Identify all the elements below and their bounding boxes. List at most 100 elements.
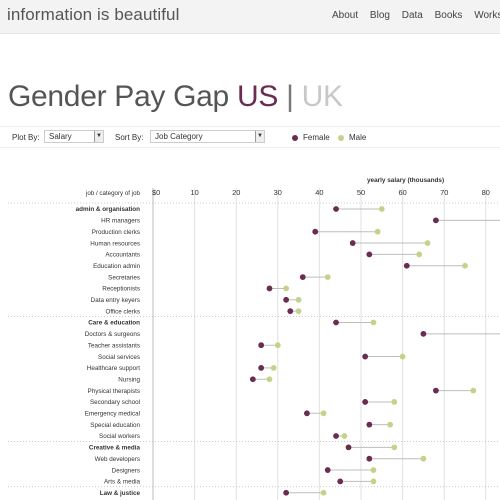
x-tick-label: $0 [152,188,160,197]
male-salary-point [416,251,423,258]
female-salary-point [362,353,369,360]
female-salary-point [287,308,294,315]
legend-female-label: Female [303,133,330,142]
title-us-tab[interactable]: US [237,80,278,113]
category-label: Care & education [88,320,140,327]
male-salary-point [420,455,427,462]
job-label: Secretaries [108,274,140,281]
job-label: Data entry keyers [91,297,140,304]
female-salary-point [432,387,439,394]
female-salary-point [304,410,310,417]
male-salary-point [462,262,468,269]
male-salary-point [387,421,394,428]
job-label: Doctors & surgeons [85,331,140,338]
male-salary-point [370,319,377,326]
pay-gap-chart: yearly salary (thousands) job / category … [8,177,500,500]
job-label: Teacher assistants [88,342,140,349]
male-salary-point [295,308,302,315]
title-main: Gender Pay Gap [8,80,229,113]
x-tick-label: 80 [482,188,490,197]
job-label: Special education [90,422,140,429]
job-label: Accountants [105,252,140,259]
sort-by-label: Sort By: [115,133,144,142]
male-salary-point [399,353,406,360]
job-label: Designers [112,467,140,474]
female-salary-point [362,399,369,405]
top-bar: information is beautiful About Blog Data… [0,0,500,34]
male-salary-point [341,433,348,439]
female-salary-point [266,285,273,292]
job-label: Production clerks [92,229,140,236]
male-salary-point [470,387,477,394]
chart-controls: Plot By: Salary ▼ Sort By: Job Category … [0,126,500,148]
job-label: Web developers [95,456,140,463]
x-tick-label: 60 [398,188,406,197]
male-salary-point [391,399,398,405]
male-salary-point [283,285,290,292]
x-axis-title: yearly salary (thousands) [367,177,444,184]
page-title: Gender Pay Gap US | UK [8,80,343,114]
male-salary-point [378,206,385,212]
job-label: Secondary school [90,399,140,406]
female-salary-point [366,421,373,428]
female-salary-point [283,489,290,496]
job-label: Social workers [99,433,140,440]
sort-by-select[interactable]: Job Category ▼ [150,130,265,143]
job-label: Education admin [93,263,140,270]
female-salary-point [312,228,319,235]
nav-item-data[interactable]: Data [402,10,423,21]
job-label: Nursing [118,376,140,383]
title-separator: | [286,80,294,113]
job-label: Office clerks [105,308,140,315]
plot-by-select[interactable]: Salary ▼ [44,130,104,143]
plot-by-value: Salary [49,132,72,141]
male-salary-point [370,467,377,473]
male-salary-point [320,410,327,417]
chart-area: yearly salary (thousands) job / category … [0,160,500,500]
title-uk-tab[interactable]: UK [302,80,343,113]
x-tick-label: 40 [315,188,323,197]
sort-by-value: Job Category [155,132,203,141]
y-axis-title: job / category of job [85,190,141,197]
female-salary-point [258,342,265,349]
x-tick-label: 50 [357,188,365,197]
main-nav: About Blog Data Books Workshops [332,10,500,21]
job-label: Social services [98,354,140,361]
male-salary-point [324,274,331,280]
female-salary-point [283,296,290,303]
job-label: HR managers [101,218,140,225]
female-salary-point [403,262,410,269]
male-salary-point [266,376,273,383]
category-label: Creative & media [89,445,141,452]
category-label: admin & organisation [76,206,141,213]
male-salary-point [370,478,377,485]
plot-by-label: Plot By: [12,133,40,142]
job-label: Arts & media [104,479,141,486]
legend-male-label: Male [349,133,367,142]
female-salary-point [333,319,339,326]
male-salary-point [270,365,277,371]
job-label: Physical therapists [88,388,141,395]
nav-item-about[interactable]: About [332,10,358,21]
nav-item-workshops[interactable]: Workshops [474,10,500,21]
female-salary-point [299,274,306,280]
male-salary-point [424,240,431,246]
nav-item-blog[interactable]: Blog [370,10,390,21]
male-salary-point [295,296,302,303]
legend-male-dot [338,135,344,141]
male-salary-point [320,489,327,496]
male-salary-point [274,342,281,349]
site-logo[interactable]: information is beautiful [7,5,180,25]
job-label: Healthcare support [87,365,140,372]
female-salary-point [432,217,439,224]
job-label: Human resources [90,240,140,247]
x-tick-label: 70 [440,188,448,197]
nav-item-books[interactable]: Books [435,10,463,21]
legend-female-dot [292,135,298,141]
female-salary-point [258,365,265,371]
female-salary-point [249,376,256,383]
female-salary-point [366,455,373,462]
female-salary-point [345,444,352,451]
female-salary-point [337,478,344,485]
category-label: Law & justice [100,490,141,497]
